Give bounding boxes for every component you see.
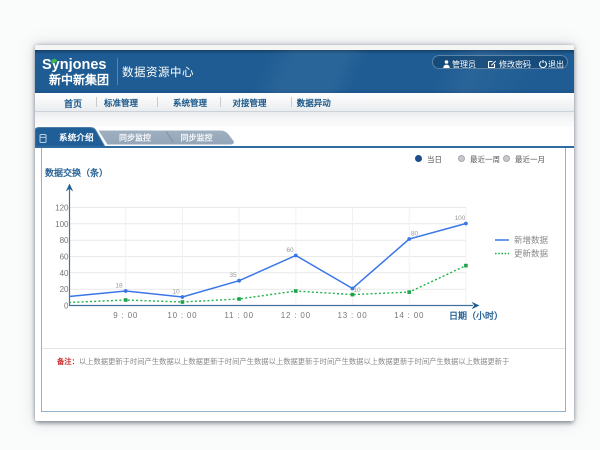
svg-text:同步监控: 同步监控 — [181, 133, 213, 143]
svg-text:10 : 00: 10 : 00 — [167, 311, 197, 320]
svg-text:100: 100 — [55, 220, 69, 229]
svg-text:80: 80 — [60, 236, 69, 245]
svg-text:14 : 00: 14 : 00 — [394, 311, 424, 320]
svg-text:更新数据: 更新数据 — [514, 249, 549, 259]
svg-text:10: 10 — [353, 287, 361, 294]
svg-text:20: 20 — [60, 285, 69, 294]
svg-text:11 : 00: 11 : 00 — [224, 311, 253, 320]
svg-text:日期（小时）: 日期（小时） — [449, 310, 503, 321]
svg-text:40: 40 — [60, 269, 69, 278]
svg-text:120: 120 — [55, 204, 69, 213]
svg-text:0: 0 — [64, 302, 69, 311]
svg-text:9 : 00: 9 : 00 — [113, 311, 138, 320]
svg-text:100: 100 — [455, 215, 466, 222]
svg-text:新增数据: 新增数据 — [514, 235, 549, 245]
svg-text:60: 60 — [60, 253, 69, 262]
svg-text:同步监控: 同步监控 — [119, 133, 151, 143]
svg-text:60: 60 — [286, 247, 294, 254]
svg-text:80: 80 — [411, 231, 419, 238]
svg-text:系统介绍: 系统介绍 — [59, 133, 94, 143]
svg-text:35: 35 — [229, 272, 237, 279]
svg-text:12 : 00: 12 : 00 — [281, 311, 311, 320]
svg-text:18: 18 — [115, 283, 123, 290]
svg-text:数据交换（条）: 数据交换（条） — [45, 167, 108, 178]
svg-text:10: 10 — [172, 289, 180, 296]
svg-text:13 : 00: 13 : 00 — [337, 311, 367, 320]
